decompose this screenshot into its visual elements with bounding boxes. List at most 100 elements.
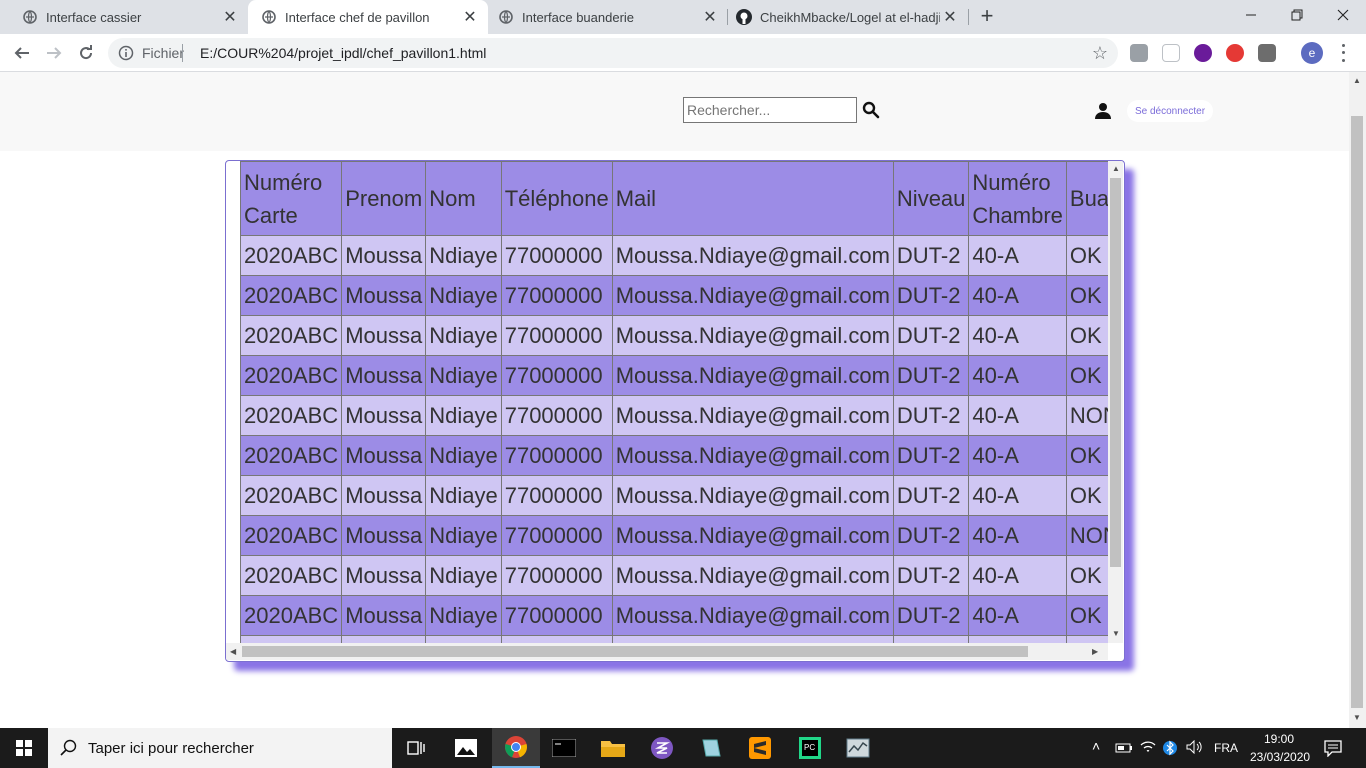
forward-arrow-icon[interactable] (41, 40, 67, 66)
notes-app-icon[interactable] (687, 728, 735, 768)
table-cell: 2020ABC (240, 395, 343, 436)
table-cell: Moussa.Ndiaye@gmail.com (611, 235, 894, 276)
table-horizontal-scrollbar[interactable]: ◀ ▶ (226, 643, 1108, 660)
terminal-app-icon[interactable] (540, 728, 588, 768)
tab-github[interactable]: CheikhMbacke/Logel at el-hadji ✕ (728, 0, 968, 34)
close-window-icon[interactable] (1320, 0, 1366, 30)
table-cell: 77000000 (500, 515, 613, 556)
table-cell: OK (1065, 435, 1108, 476)
chevron-up-icon[interactable]: ˄ (1092, 738, 1100, 754)
menu-dots-icon[interactable] (1338, 42, 1348, 64)
language-indicator[interactable]: FRA (1214, 741, 1238, 755)
scroll-down-arrow-icon[interactable]: ▼ (1353, 713, 1361, 722)
table-cell: Ndiaye (425, 475, 502, 516)
table-cell: 77000000 (500, 595, 613, 636)
table-row[interactable]: 2020ABCMoussaNdiaye77000000Moussa.Ndiaye… (240, 595, 1108, 636)
photos-app-icon[interactable] (442, 728, 490, 768)
table-cell: 2020ABC (240, 275, 343, 316)
column-header: Numéro Chambre (968, 161, 1067, 236)
logout-button[interactable]: Se déconnecter (1127, 100, 1213, 122)
minimize-icon[interactable] (1228, 0, 1274, 30)
scrollbar-thumb[interactable] (242, 646, 1028, 657)
extension-shield-icon[interactable] (1258, 44, 1276, 62)
browser-toolbar: Fichier E:/COUR%204/projet_ipdl/chef_pav… (0, 34, 1366, 72)
wifi-icon[interactable] (1140, 740, 1156, 759)
tab-interface-chef-de-pavillon[interactable]: Interface chef de pavillon ✕ (248, 0, 488, 34)
user-icon[interactable] (1094, 102, 1112, 120)
table-row[interactable]: 2020ABCMoussaNdiaye77000000Moussa.Ndiaye… (240, 315, 1108, 356)
extension-box-icon[interactable] (1162, 44, 1180, 62)
table-cell: 40-A (968, 555, 1067, 596)
task-manager-icon[interactable] (834, 728, 882, 768)
restore-icon[interactable] (1274, 0, 1320, 30)
scroll-up-arrow-icon[interactable]: ▲ (1112, 164, 1120, 173)
scroll-left-arrow-icon[interactable]: ◀ (230, 647, 236, 656)
table-cell: Moussa (341, 315, 427, 356)
scrollbar-thumb[interactable] (1110, 178, 1121, 567)
extension-circle-icon[interactable] (1194, 44, 1212, 62)
extension-lock-icon[interactable] (1130, 44, 1148, 62)
battery-icon[interactable] (1115, 741, 1133, 759)
close-tab-icon[interactable]: ✕ (220, 7, 240, 27)
pycharm-icon[interactable]: PC (786, 728, 834, 768)
table-cell: DUT-2 (892, 515, 970, 556)
task-view-icon[interactable] (392, 728, 440, 768)
reload-icon[interactable] (73, 40, 99, 66)
taskbar-search-box[interactable]: Taper ici pour rechercher (48, 728, 392, 768)
scroll-right-arrow-icon[interactable]: ▶ (1092, 647, 1098, 656)
emacs-app-icon[interactable] (638, 728, 686, 768)
table-cell: Ndiaye (425, 315, 502, 356)
table-cell: Moussa (341, 515, 427, 556)
table-vertical-scrollbar[interactable]: ▲ ▼ (1108, 161, 1123, 643)
tab-title: Interface buanderie (522, 9, 635, 25)
table-row[interactable]: 2020ABCMoussaNdiaye77000000Moussa.Ndiaye… (240, 395, 1108, 436)
table-cell: OK (1065, 475, 1108, 516)
table-cell: 77000000 (500, 635, 613, 643)
clock-date[interactable]: 23/03/2020 (1250, 750, 1310, 764)
address-bar[interactable]: Fichier E:/COUR%204/projet_ipdl/chef_pav… (108, 38, 1118, 68)
volume-icon[interactable] (1186, 739, 1204, 759)
globe-icon (498, 9, 514, 25)
windows-start-icon[interactable] (0, 728, 48, 768)
scroll-up-arrow-icon[interactable]: ▲ (1353, 76, 1361, 85)
search-icon[interactable] (862, 101, 880, 119)
clock-time[interactable]: 19:00 (1264, 732, 1294, 746)
table-cell: OK (1065, 595, 1108, 636)
file-explorer-icon[interactable] (589, 728, 637, 768)
new-tab-button[interactable]: + (976, 5, 998, 29)
table-row[interactable]: 2020ABCMoussaNdiaye77000000Moussa.Ndiaye… (240, 515, 1108, 556)
table-row[interactable]: 2020ABCMoussaNdiaye77000000Moussa.Ndiaye… (240, 275, 1108, 316)
table-cell: DUT-2 (892, 635, 970, 643)
table-cell: 2020ABC (240, 355, 343, 396)
table-row[interactable]: 2020ABCMoussaNdiaye77000000Moussa.Ndiaye… (240, 435, 1108, 476)
tab-interface-buanderie[interactable]: Interface buanderie ✕ (488, 0, 728, 34)
table-scroll-area[interactable]: Numéro Carte Prenom Nom Téléphone Mail Niveau N… (240, 161, 1108, 643)
url-text[interactable]: E:/COUR%204/projet_ipdl/chef_pavillon1.h… (200, 45, 486, 61)
bookmark-star-icon[interactable]: ☆ (1092, 43, 1108, 64)
back-arrow-icon[interactable] (9, 40, 35, 66)
scroll-down-arrow-icon[interactable]: ▼ (1112, 629, 1120, 638)
tab-interface-cassier[interactable]: Interface cassier ✕ (0, 0, 248, 34)
table-row[interactable]: 2020ABCMoussaNdiaye77000000Moussa.Ndiaye… (240, 475, 1108, 516)
table-row[interactable]: 2020ABCMoussaNdiaye77000000Moussa.Ndiaye… (240, 355, 1108, 396)
table-cell: Moussa.Ndiaye@gmail.com (611, 475, 894, 516)
bluetooth-icon[interactable] (1163, 739, 1177, 762)
page-vertical-scrollbar[interactable]: ▲ ▼ (1349, 72, 1366, 728)
close-tab-icon[interactable]: ✕ (700, 7, 720, 27)
close-tab-icon[interactable]: ✕ (940, 7, 960, 27)
table-cell: DUT-2 (892, 235, 970, 276)
extension-adblock-icon[interactable] (1226, 44, 1244, 62)
table-cell: Moussa.Ndiaye@gmail.com (611, 275, 894, 316)
table-row[interactable]: 2020ABCMoussaNdiaye77000000Moussa.Ndiaye… (240, 235, 1108, 276)
info-icon[interactable] (118, 45, 134, 61)
column-header: Buanderie (1065, 161, 1108, 236)
table-row[interactable]: 2020ABCMoussaNdiaye77000000Moussa.Ndiaye… (240, 635, 1108, 643)
notification-icon[interactable] (1324, 739, 1342, 762)
table-row[interactable]: 2020ABCMoussaNdiaye77000000Moussa.Ndiaye… (240, 555, 1108, 596)
close-tab-icon[interactable]: ✕ (460, 7, 480, 27)
scrollbar-thumb[interactable] (1351, 116, 1363, 708)
chrome-app-icon[interactable] (492, 728, 540, 768)
sublime-text-icon[interactable] (736, 728, 784, 768)
profile-avatar[interactable]: e (1301, 42, 1323, 64)
search-input[interactable] (683, 97, 857, 123)
